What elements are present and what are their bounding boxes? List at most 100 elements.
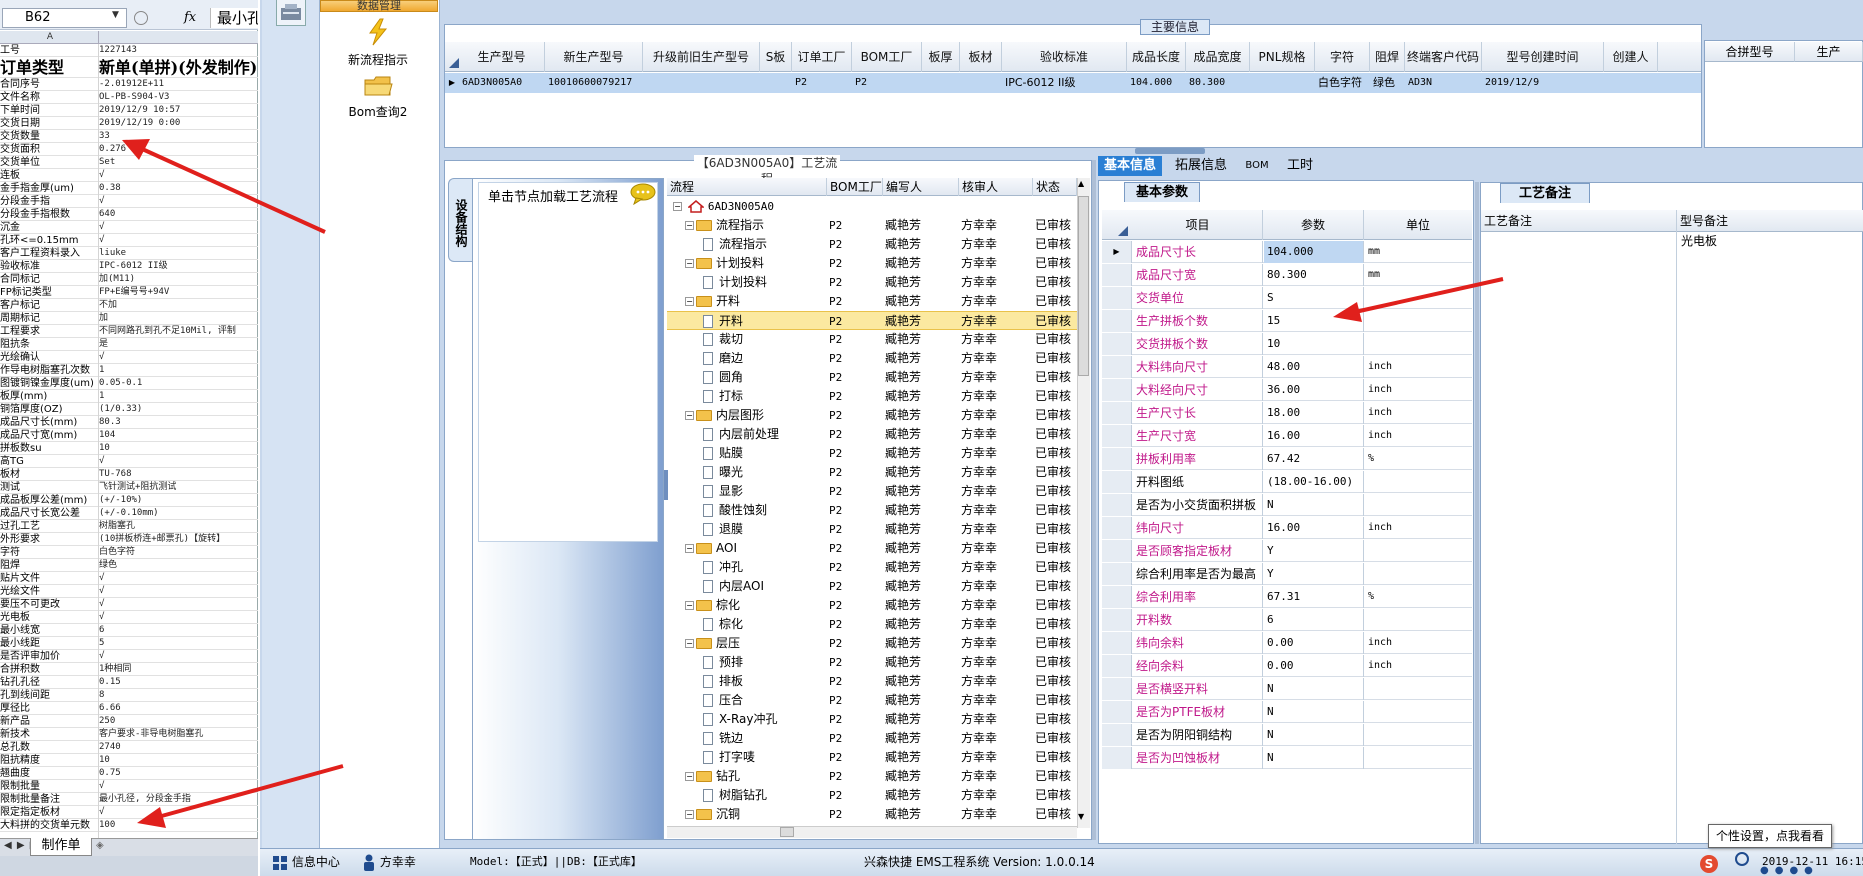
- cell-b[interactable]: 不加: [99, 299, 258, 311]
- tab-work-hours[interactable]: 工时: [1278, 156, 1322, 176]
- cell-a[interactable]: 阻焊: [0, 559, 97, 571]
- expand-toggle-icon[interactable]: −: [685, 601, 694, 610]
- expand-toggle-icon[interactable]: −: [685, 639, 694, 648]
- cell-b[interactable]: 640: [99, 208, 258, 220]
- cell-a[interactable]: 沉金: [0, 221, 97, 233]
- model-remark-value[interactable]: 光电板: [1681, 232, 1717, 249]
- main-cell[interactable]: 6AD3N005A0: [459, 73, 545, 93]
- formula-input[interactable]: 最小孔: [210, 8, 258, 28]
- cell-a[interactable]: 板厚(mm): [0, 390, 97, 402]
- param-value[interactable]: (18.00-16.00): [1264, 471, 1364, 493]
- param-value[interactable]: 16.00: [1264, 425, 1364, 447]
- tree-node[interactable]: 贴膜 P2 臧艳芳 方幸幸 已审核: [667, 444, 1077, 463]
- user-button[interactable]: 方幸幸: [362, 848, 416, 876]
- tab-basic-info[interactable]: 基本信息: [1098, 156, 1162, 176]
- row-selector-icon[interactable]: [1102, 563, 1132, 585]
- row-selector-icon[interactable]: [1102, 747, 1132, 769]
- sogou-ime-icon[interactable]: S: [1700, 855, 1718, 873]
- row-selector-icon[interactable]: [1102, 632, 1132, 654]
- tree-horizontal-scrollbar[interactable]: [667, 826, 1077, 838]
- cell-a[interactable]: FP标记类型: [0, 286, 97, 298]
- main-col-header[interactable]: PNL规格: [1250, 42, 1315, 72]
- name-box-dropdown-icon[interactable]: ▼: [112, 10, 119, 20]
- tree-node[interactable]: 流程指示 P2 臧艳芳 方幸幸 已审核: [667, 235, 1077, 254]
- row-selector-icon[interactable]: [1102, 724, 1132, 746]
- param-value[interactable]: 0.00: [1264, 632, 1364, 654]
- cell-b[interactable]: √: [99, 351, 258, 363]
- param-value[interactable]: 48.00: [1264, 356, 1364, 378]
- main-cell[interactable]: 2019/12/9: [1482, 73, 1604, 93]
- cell-a[interactable]: 下单时间: [0, 104, 97, 116]
- cell-b[interactable]: 2019/12/19 0:00: [99, 117, 258, 129]
- param-value[interactable]: 6: [1264, 609, 1364, 631]
- tree-node[interactable]: 排板 P2 臧艳芳 方幸幸 已审核: [667, 672, 1077, 691]
- cell-b[interactable]: √: [99, 806, 258, 818]
- cell-a[interactable]: 成品尺寸宽(mm): [0, 429, 97, 441]
- tree-node[interactable]: − 内层图形 P2 臧艳芳 方幸幸 已审核: [667, 406, 1077, 425]
- scroll-down-icon[interactable]: ▼: [1078, 812, 1084, 821]
- cell-a[interactable]: 限制批量备注: [0, 793, 97, 805]
- param-value[interactable]: N: [1264, 678, 1364, 700]
- param-row[interactable]: 大料纬向尺寸 48.00 inch: [1102, 356, 1472, 378]
- cell-a[interactable]: 光电板: [0, 611, 97, 623]
- cell-a[interactable]: 成品尺寸长宽公差: [0, 507, 97, 519]
- cell-b[interactable]: 最小孔径, 分段金手指: [99, 793, 258, 805]
- row-selector-icon[interactable]: ▶: [445, 73, 459, 93]
- col-status[interactable]: 状态: [1033, 178, 1077, 196]
- param-row[interactable]: 交货拼板个数 10: [1102, 333, 1472, 355]
- cell-b[interactable]: √: [99, 780, 258, 792]
- main-col-header[interactable]: 生产型号: [459, 42, 545, 72]
- cell-a[interactable]: 工号: [0, 44, 97, 56]
- param-row[interactable]: 成品尺寸宽 80.300 mm: [1102, 264, 1472, 286]
- cell-a[interactable]: 限制批量: [0, 780, 97, 792]
- cell-a[interactable]: 分段金手指: [0, 195, 97, 207]
- param-row[interactable]: 是否为PTFE板材 N: [1102, 701, 1472, 723]
- cell-a[interactable]: 板材: [0, 468, 97, 480]
- fx-icon[interactable]: fx: [184, 10, 196, 25]
- cell-b[interactable]: 1种相同: [99, 663, 258, 675]
- tree-node[interactable]: − 钻孔 P2 臧艳芳 方幸幸 已审核: [667, 767, 1077, 786]
- col-unit[interactable]: 单位: [1364, 210, 1472, 240]
- main-col-header[interactable]: 板材: [960, 42, 1002, 72]
- param-row[interactable]: 大料经向尺寸 36.00 inch: [1102, 379, 1472, 401]
- cell-b[interactable]: √: [99, 455, 258, 467]
- tree-node[interactable]: 打字唛 P2 臧艳芳 方幸幸 已审核: [667, 748, 1077, 767]
- col-model-remark[interactable]: 型号备注: [1680, 210, 1728, 232]
- param-row[interactable]: 经向余料 0.00 inch: [1102, 655, 1472, 677]
- comment-bubble-icon[interactable]: [630, 183, 656, 206]
- param-value[interactable]: 80.300: [1264, 264, 1364, 286]
- expand-toggle-icon[interactable]: −: [685, 221, 694, 230]
- col-item[interactable]: 项目: [1133, 210, 1263, 240]
- cell-b[interactable]: 250: [99, 715, 258, 727]
- row-selector-icon[interactable]: [1102, 287, 1132, 309]
- main-col-header[interactable]: 字符: [1315, 42, 1370, 72]
- cell-b[interactable]: 0.276: [99, 143, 258, 155]
- tree-node[interactable]: 压合 P2 臧艳芳 方幸幸 已审核: [667, 691, 1077, 710]
- tree-node[interactable]: 棕化 P2 臧艳芳 方幸幸 已审核: [667, 615, 1077, 634]
- main-col-header[interactable]: BOM工厂: [852, 42, 922, 72]
- cell-b[interactable]: 80.3: [99, 416, 258, 428]
- param-value[interactable]: N: [1264, 747, 1364, 769]
- cell-b[interactable]: √: [99, 169, 258, 181]
- row-selector-icon[interactable]: [1102, 425, 1132, 447]
- row-selector-icon[interactable]: [1102, 356, 1132, 378]
- tree-node[interactable]: 开料 P2 臧艳芳 方幸幸 已审核: [667, 311, 1077, 330]
- cell-b[interactable]: 0.05-0.1: [99, 377, 258, 389]
- main-cell[interactable]: 80.300: [1186, 73, 1250, 93]
- main-cell[interactable]: AD3N: [1405, 73, 1482, 93]
- cell-b[interactable]: √: [99, 650, 258, 662]
- param-row[interactable]: 生产拼板个数 15: [1102, 310, 1472, 332]
- tree-node[interactable]: 曝光 P2 臧艳芳 方幸幸 已审核: [667, 463, 1077, 482]
- param-value[interactable]: 10: [1264, 333, 1364, 355]
- main-col-header[interactable]: 终端客户代码: [1405, 42, 1482, 72]
- cell-b[interactable]: √: [99, 221, 258, 233]
- col-bom-factory[interactable]: BOM工厂: [827, 178, 883, 196]
- tree-node[interactable]: X-Ray冲孔 P2 臧艳芳 方幸幸 已审核: [667, 710, 1077, 729]
- info-center-button[interactable]: 信息中心: [272, 848, 340, 876]
- cell-a[interactable]: 成品尺寸长(mm): [0, 416, 97, 428]
- param-value[interactable]: Y: [1264, 540, 1364, 562]
- cell-a[interactable]: 最小线距: [0, 637, 97, 649]
- cell-b[interactable]: √: [99, 572, 258, 584]
- param-row[interactable]: 综合利用率 67.31%: [1102, 586, 1472, 608]
- cell-b[interactable]: (+/-10%): [99, 494, 258, 506]
